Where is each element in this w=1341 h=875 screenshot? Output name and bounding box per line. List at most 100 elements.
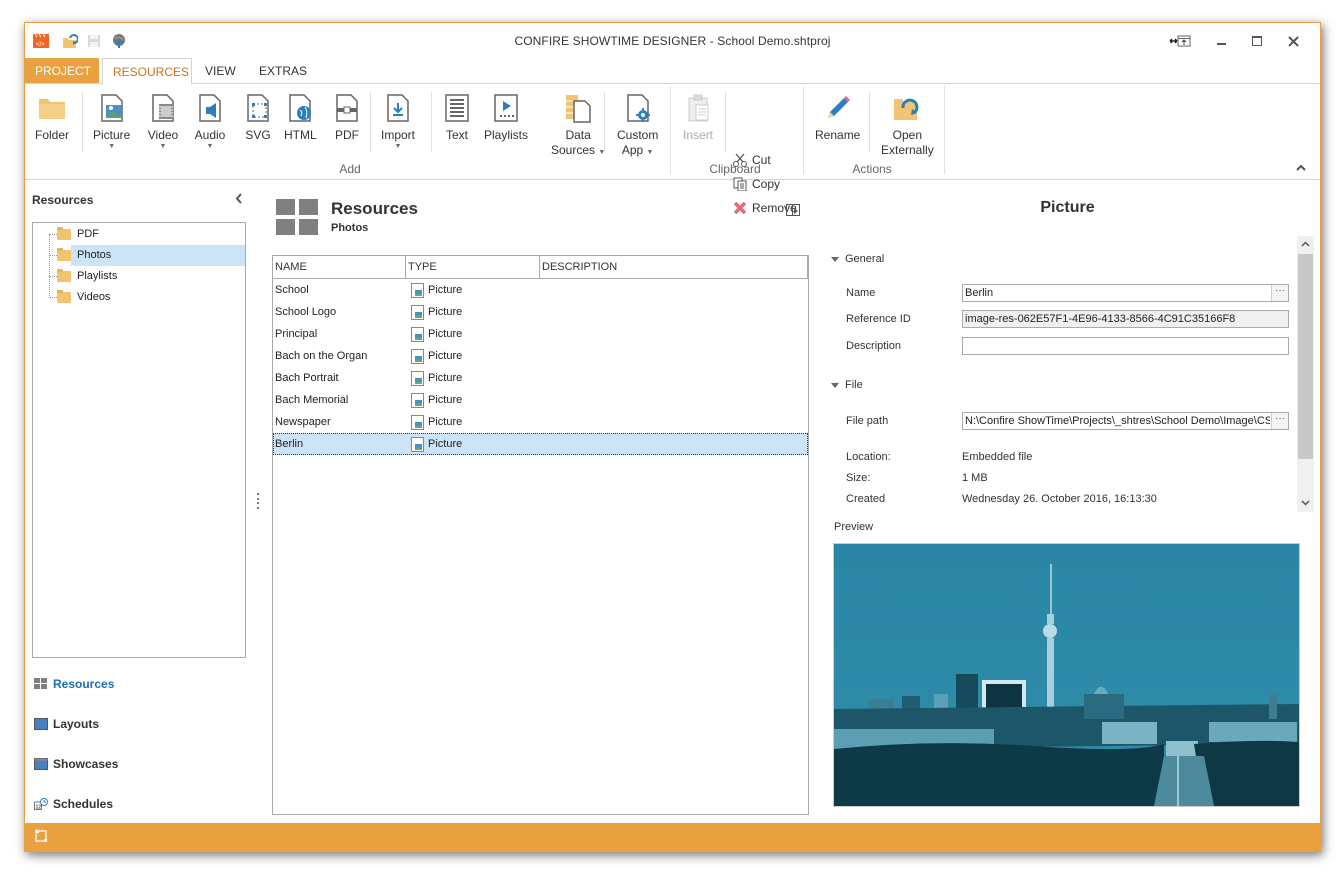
nav-showcases[interactable]: Showcases bbox=[34, 757, 118, 771]
folder-button[interactable]: Folder bbox=[35, 92, 69, 143]
nav-schedules[interactable]: 12 Schedules bbox=[34, 797, 113, 811]
table-row[interactable]: Bach Memorial Picture bbox=[273, 389, 808, 411]
table-row[interactable]: Principal Picture bbox=[273, 323, 808, 345]
scroll-up-button[interactable] bbox=[1297, 236, 1314, 253]
folder-icon bbox=[57, 227, 71, 240]
rename-button[interactable]: Rename bbox=[815, 92, 860, 143]
group-label-add: Add bbox=[339, 162, 361, 176]
picture-button[interactable]: Picture ▼ bbox=[93, 92, 130, 151]
audio-button[interactable]: Audio ▼ bbox=[194, 92, 226, 151]
svg-button[interactable]: SVG bbox=[242, 92, 274, 143]
video-button[interactable]: Video ▼ bbox=[147, 92, 179, 151]
copy-button[interactable]: Copy bbox=[732, 174, 780, 194]
html-file-icon bbox=[289, 94, 312, 122]
import-icon bbox=[387, 94, 409, 122]
picture-icon bbox=[411, 392, 424, 408]
toggle-details-panel-icon[interactable] bbox=[786, 204, 800, 216]
reference-id-label: Reference ID bbox=[846, 313, 911, 325]
nav-layouts[interactable]: Layouts bbox=[34, 717, 99, 731]
picture-file-icon bbox=[100, 94, 123, 122]
file-path-ellipsis-button[interactable]: ··· bbox=[1271, 413, 1288, 429]
custom-app-icon bbox=[626, 94, 650, 122]
column-header-type[interactable]: TYPE bbox=[406, 256, 540, 278]
collapse-ribbon-button[interactable] bbox=[1296, 163, 1306, 174]
resource-tree: PDF Photos Playlists Videos bbox=[32, 222, 246, 658]
scroll-down-button[interactable] bbox=[1297, 495, 1314, 512]
nav-resources[interactable]: Resources bbox=[34, 677, 114, 691]
panel-splitter[interactable] bbox=[257, 493, 260, 509]
insert-button[interactable]: Insert bbox=[682, 92, 714, 143]
html-button[interactable]: HTML bbox=[284, 92, 317, 143]
data-sources-icon bbox=[566, 95, 591, 123]
resources-grid-icon bbox=[276, 199, 319, 236]
tree-item-pdf[interactable]: PDF bbox=[49, 224, 99, 245]
grid-header: NAME TYPE DESCRIPTION bbox=[273, 256, 808, 279]
group-separator bbox=[803, 86, 804, 174]
name-label: Name bbox=[846, 287, 876, 299]
dropdown-arrow-icon: ▼ bbox=[394, 143, 402, 150]
tab-project[interactable]: PROJECT bbox=[25, 58, 99, 83]
ribbon-tabs: PROJECT RESOURCES VIEW EXTRAS bbox=[25, 58, 1320, 85]
properties-scrollbar[interactable] bbox=[1297, 236, 1314, 512]
dropdown-arrow-icon: ▼ bbox=[646, 149, 654, 156]
tree-item-videos[interactable]: Videos bbox=[49, 287, 110, 308]
audio-file-icon bbox=[199, 94, 221, 122]
tree-item-photos[interactable]: Photos bbox=[57, 245, 245, 266]
pdf-button[interactable]: PDF bbox=[331, 92, 363, 143]
description-field[interactable] bbox=[962, 337, 1289, 355]
file-path-label: File path bbox=[846, 415, 889, 427]
data-sources-button[interactable]: Data Sources ▼ bbox=[551, 92, 605, 158]
custom-app-button[interactable]: Custom App ▼ bbox=[617, 92, 658, 158]
section-file[interactable]: File bbox=[831, 379, 863, 391]
table-row[interactable]: Newspaper Picture bbox=[273, 411, 808, 433]
tree-item-playlists[interactable]: Playlists bbox=[49, 266, 117, 287]
picture-icon bbox=[411, 414, 424, 430]
section-general[interactable]: General bbox=[831, 253, 884, 265]
close-button[interactable] bbox=[1278, 31, 1308, 51]
remove-icon bbox=[732, 200, 748, 216]
open-externally-button[interactable]: Open Externally bbox=[881, 92, 934, 158]
reference-id-field[interactable]: image-res-062E57F1-4E96-4133-8566-4C91C3… bbox=[962, 310, 1289, 328]
separator bbox=[82, 92, 83, 152]
group-separator bbox=[670, 86, 671, 174]
created-label: Created bbox=[846, 493, 886, 505]
tab-view[interactable]: VIEW bbox=[195, 58, 246, 84]
ribbon: Folder Picture ▼ Video ▼ Audio ▼ SVG HTM… bbox=[25, 84, 1320, 215]
table-row[interactable]: Bach Portrait Picture bbox=[273, 367, 808, 389]
calendar-clock-icon: 12 bbox=[34, 798, 48, 810]
name-ellipsis-button[interactable]: ··· bbox=[1271, 285, 1288, 301]
tab-resources[interactable]: RESOURCES bbox=[102, 58, 192, 85]
picture-icon bbox=[411, 370, 424, 386]
table-row[interactable]: Bach on the Organ Picture bbox=[273, 345, 808, 367]
separator bbox=[604, 92, 605, 152]
size-label: Size: bbox=[846, 472, 871, 484]
chevron-down-icon bbox=[1301, 500, 1310, 506]
minimize-button[interactable] bbox=[1207, 31, 1237, 51]
scroll-thumb[interactable] bbox=[1298, 254, 1313, 459]
paste-icon bbox=[688, 94, 709, 122]
location-value: Embedded file bbox=[962, 451, 1033, 463]
text-button[interactable]: Text bbox=[441, 92, 473, 143]
column-header-name[interactable]: NAME bbox=[273, 256, 406, 278]
text-icon bbox=[445, 94, 469, 122]
open-external-icon bbox=[894, 98, 919, 120]
collapse-panel-button[interactable] bbox=[235, 191, 243, 207]
table-row[interactable]: School Logo Picture bbox=[273, 301, 808, 323]
folder-icon bbox=[39, 99, 65, 119]
table-row-selected[interactable]: Berlin Picture bbox=[273, 433, 808, 455]
app-window: </> CONFIRE SHOWTIME DESIGNER - School D… bbox=[24, 22, 1321, 852]
playlists-button[interactable]: Playlists bbox=[484, 92, 528, 143]
dropdown-arrow-icon: ▼ bbox=[108, 143, 116, 150]
file-path-field[interactable]: N:\Confire ShowTime\Projects\_shtres\Sch… bbox=[962, 412, 1289, 430]
table-row[interactable]: School Picture bbox=[273, 279, 808, 301]
column-header-description[interactable]: DESCRIPTION bbox=[540, 256, 808, 278]
name-field[interactable]: Berlin ··· bbox=[962, 284, 1289, 302]
new-note-icon[interactable] bbox=[34, 829, 48, 843]
resource-grid: NAME TYPE DESCRIPTION School Picture Scho… bbox=[272, 255, 809, 815]
tab-extras[interactable]: EXTRAS bbox=[249, 58, 317, 84]
maximize-button[interactable] bbox=[1242, 31, 1272, 51]
import-button[interactable]: Import ▼ bbox=[381, 92, 415, 151]
description-label: Description bbox=[846, 340, 902, 352]
expand-triangle-icon bbox=[831, 256, 839, 262]
dock-window-button[interactable] bbox=[1166, 31, 1196, 51]
